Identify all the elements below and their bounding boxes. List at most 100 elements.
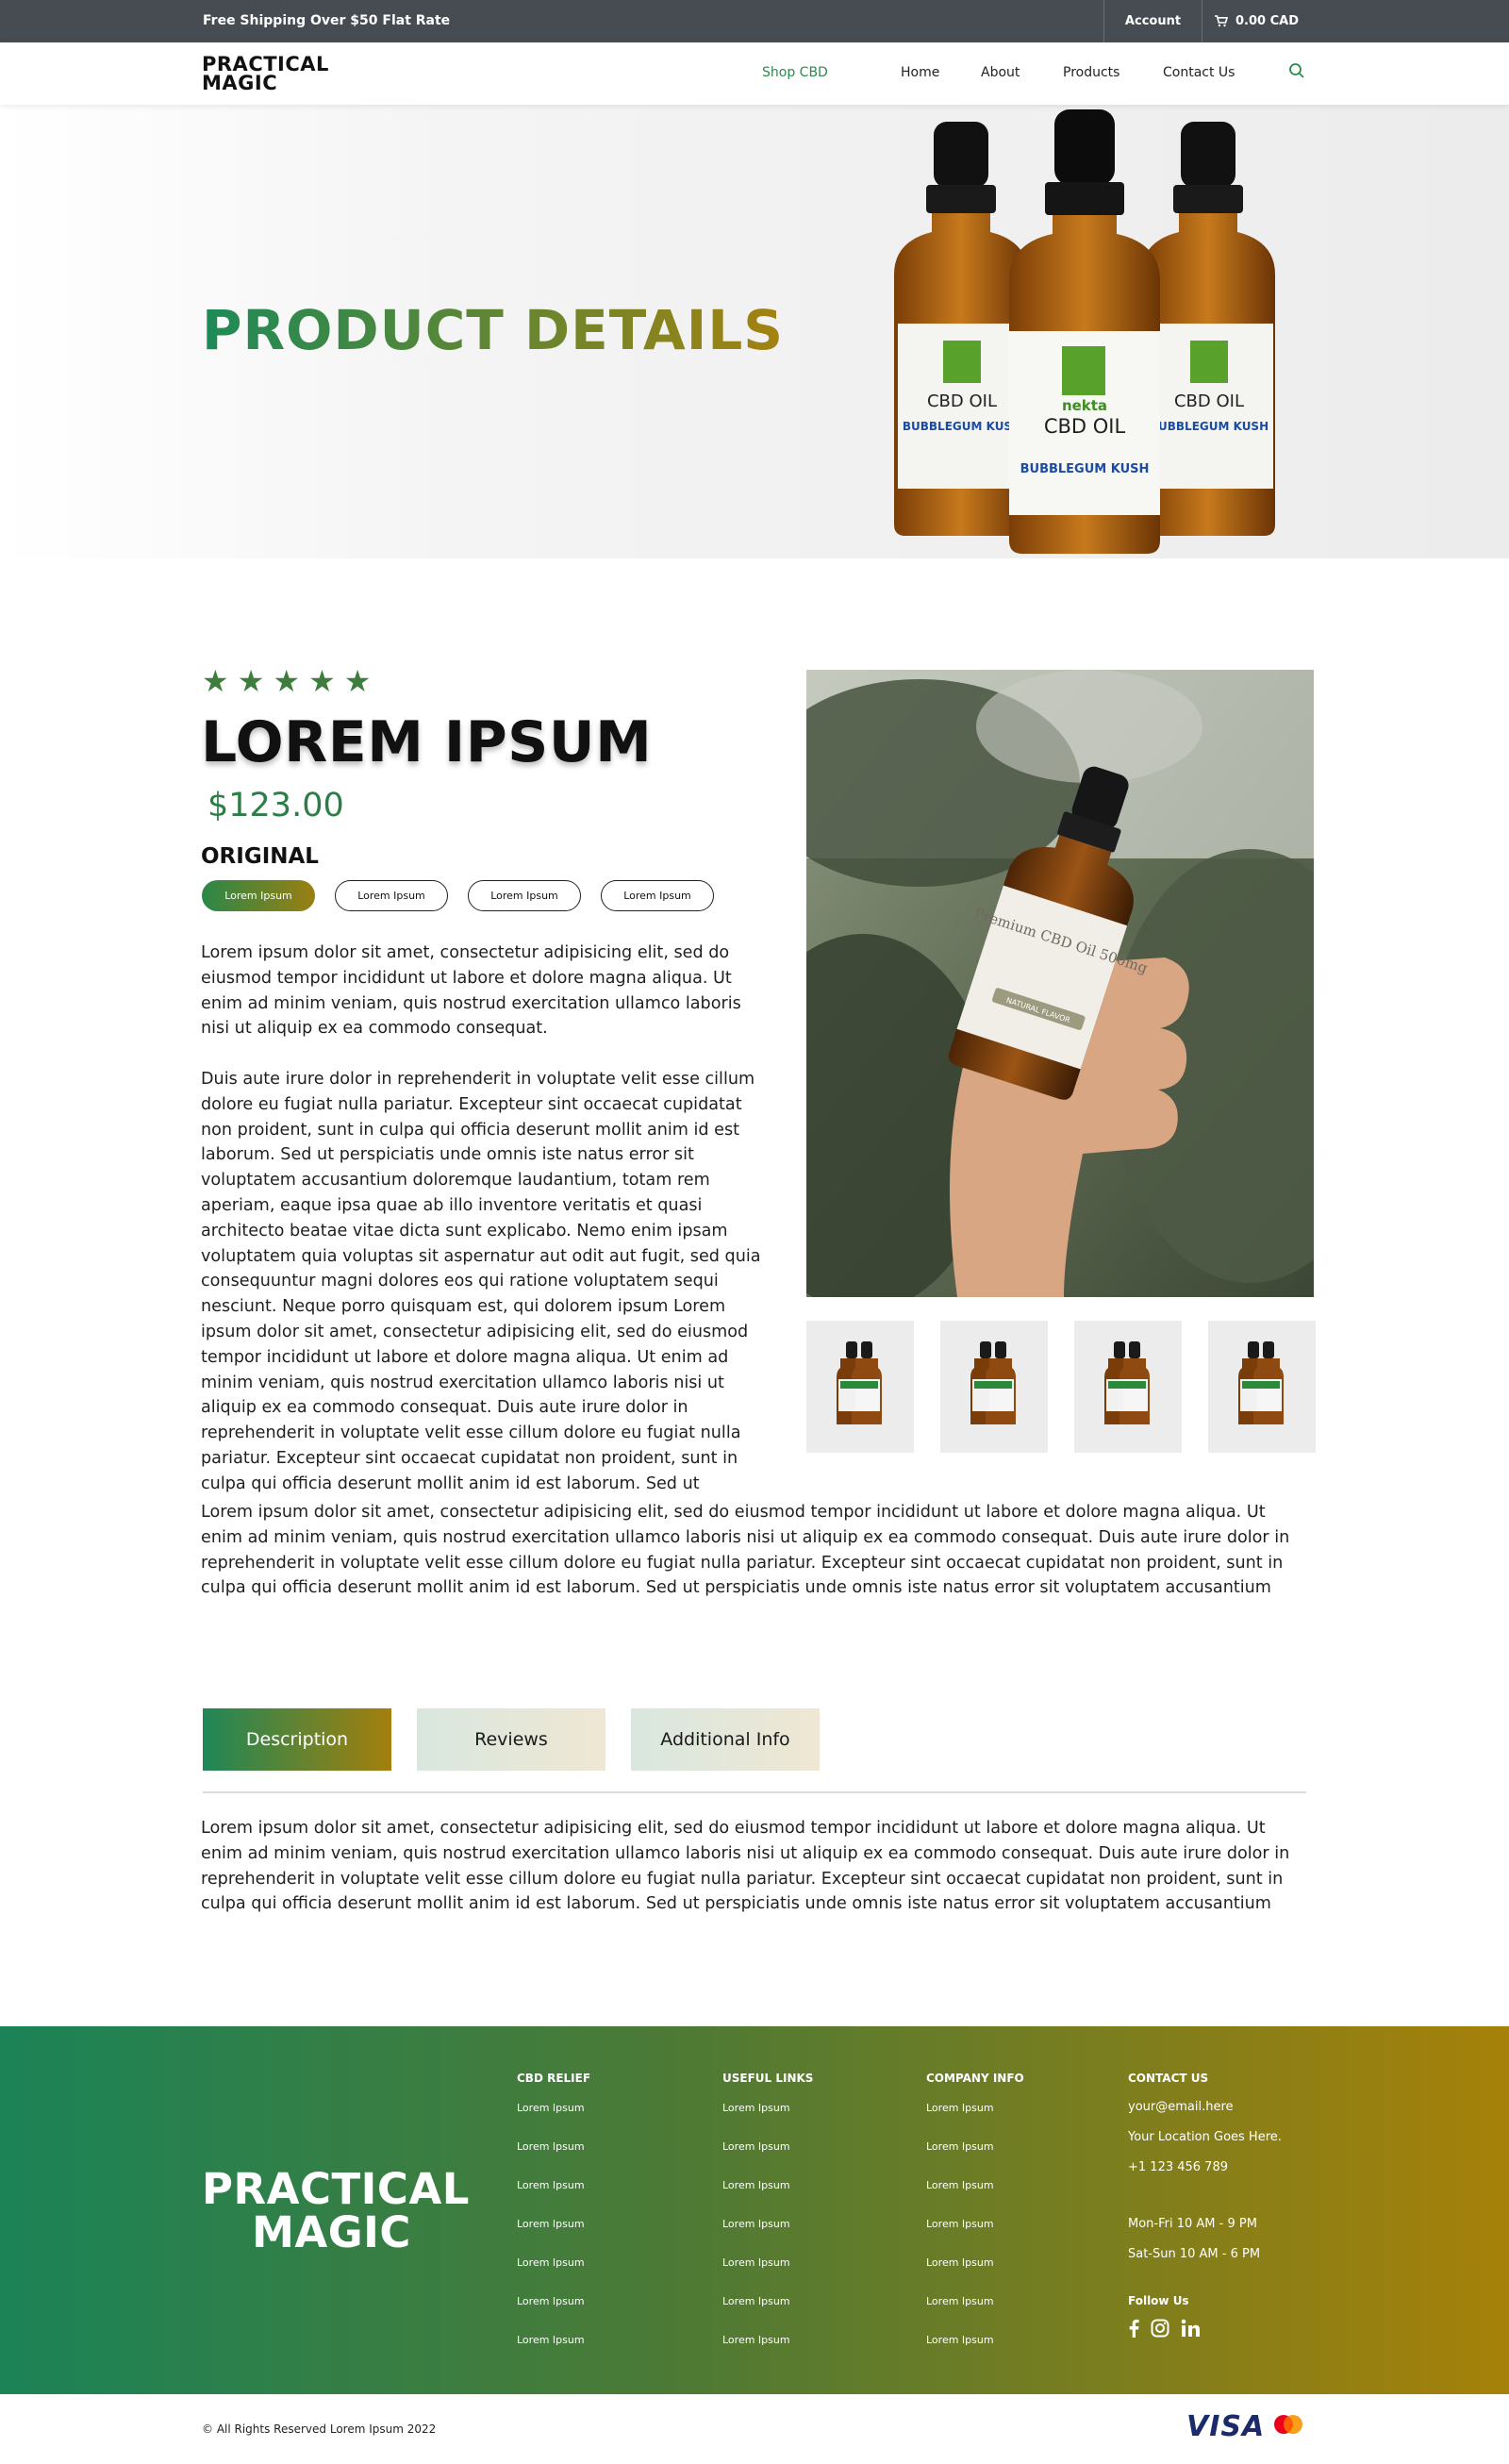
footer-column-title: COMPANY INFO	[926, 2072, 1024, 2085]
visa-logo: VISA	[1186, 2410, 1266, 2443]
logo-line-1: PRACTICAL	[202, 53, 329, 75]
footer-logo-line-1: PRACTICAL	[202, 2164, 470, 2214]
footer-column-useful-links: USEFUL LINKS Lorem Ipsum Lorem Ipsum Lor…	[722, 2072, 813, 2372]
footer-link[interactable]: Lorem Ipsum	[722, 2256, 813, 2295]
site-logo[interactable]: PRACTICAL MAGIC	[202, 53, 329, 94]
tab-additional-info[interactable]: Additional Info	[631, 1708, 820, 1771]
cart-total: 0.00 CAD	[1235, 14, 1299, 28]
top-bar: Free Shipping Over $50 Flat Rate Account…	[0, 0, 1509, 42]
hand-holding-bottle-image: Premium CBD Oil 500mg NATURAL FLAVOR	[806, 670, 1314, 1297]
bottle-right-flavor: BUBBLEGUM KUSH	[1150, 420, 1269, 433]
footer-link[interactable]: Lorem Ipsum	[517, 2179, 590, 2218]
product-description-1: Lorem ipsum dolor sit amet, consectetur …	[201, 943, 741, 1039]
bottle-thumbnail-image	[970, 1341, 1016, 1424]
footer-link[interactable]: Lorem Ipsum	[517, 2102, 590, 2140]
variant-options: Lorem Ipsum Lorem Ipsum Lorem Ipsum Lore…	[202, 880, 714, 911]
footer-column-company-info: COMPANY INFO Lorem Ipsum Lorem Ipsum Lor…	[926, 2072, 1024, 2372]
tab-divider	[203, 1791, 1306, 1793]
footer-link[interactable]: Lorem Ipsum	[722, 2140, 813, 2179]
contact-location: Your Location Goes Here.	[1128, 2130, 1282, 2144]
thumbnail-4[interactable]	[1208, 1321, 1316, 1453]
product-title: LOREM IPSUM	[201, 709, 653, 775]
bottle-right-product: CBD OIL	[1174, 391, 1244, 411]
search-icon[interactable]	[1288, 62, 1305, 79]
footer-column-title: CBD RELIEF	[517, 2072, 591, 2085]
nav-about[interactable]: About	[981, 65, 1020, 80]
star-icon: ★	[343, 663, 372, 699]
footer-link[interactable]: Lorem Ipsum	[926, 2256, 1024, 2295]
product-description-3: Lorem ipsum dolor sit amet, consectetur …	[201, 1503, 1290, 1598]
main-nav: PRACTICAL MAGIC Shop CBD Home About Prod…	[0, 42, 1509, 105]
thumbnail-2[interactable]	[940, 1321, 1048, 1453]
footer-link[interactable]: Lorem Ipsum	[722, 2334, 813, 2372]
footer-link[interactable]: Lorem Ipsum	[722, 2295, 813, 2334]
variant-label: ORIGINAL	[201, 844, 319, 869]
footer-link[interactable]: Lorem Ipsum	[517, 2256, 590, 2295]
star-icon: ★	[273, 663, 301, 699]
contact-phone[interactable]: +1 123 456 789	[1128, 2160, 1282, 2217]
footer-logo[interactable]: PRACTICAL MAGIC	[202, 2164, 470, 2257]
cart-button[interactable]: 0.00 CAD	[1202, 0, 1311, 42]
cbd-bottles-image: CBD OIL BUBBLEGUM KUSH CBD OIL BUBBLEGUM…	[894, 109, 1275, 554]
bottle-product: CBD OIL	[1044, 415, 1126, 438]
bottle-brand: nekta	[1062, 397, 1107, 414]
bottle-left-flavor: BUBBLEGUM KUSH	[903, 420, 1021, 433]
variant-option-4[interactable]: Lorem Ipsum	[601, 880, 714, 911]
thumbnail-1[interactable]	[806, 1321, 914, 1453]
copyright-text: © All Rights Reserved Lorem Ipsum 2022	[202, 2422, 437, 2436]
star-icon: ★	[202, 663, 229, 699]
footer-link[interactable]: Lorem Ipsum	[926, 2334, 1024, 2372]
hero-banner: PRODUCT DETAILS CBD OIL BUBBLEGUM KUSH C…	[0, 105, 1509, 558]
account-link[interactable]: Account	[1103, 0, 1202, 42]
tab-content: Lorem ipsum dolor sit amet, consectetur …	[201, 1819, 1290, 1914]
footer: PRACTICAL MAGIC CBD RELIEF Lorem Ipsum L…	[0, 2026, 1509, 2394]
instagram-icon[interactable]	[1151, 2319, 1169, 2338]
product-description-2: Duis aute irure dolor in reprehenderit i…	[201, 1070, 761, 1493]
product-main-image[interactable]: Premium CBD Oil 500mg NATURAL FLAVOR	[806, 670, 1314, 1297]
footer-link[interactable]: Lorem Ipsum	[722, 2102, 813, 2140]
rating-stars: ★ ★ ★ ★ ★	[202, 666, 371, 696]
nav-shop-cbd[interactable]: Shop CBD	[762, 65, 828, 80]
footer-contact-title: CONTACT US	[1128, 2072, 1209, 2085]
variant-option-3[interactable]: Lorem Ipsum	[468, 880, 581, 911]
variant-option-1[interactable]: Lorem Ipsum	[202, 880, 315, 911]
nav-home[interactable]: Home	[901, 65, 939, 80]
nav-products[interactable]: Products	[1063, 65, 1119, 80]
shipping-notice: Free Shipping Over $50 Flat Rate	[203, 13, 451, 28]
thumbnail-3[interactable]	[1074, 1321, 1182, 1453]
logo-line-2: MAGIC	[202, 72, 278, 94]
footer-link[interactable]: Lorem Ipsum	[517, 2140, 590, 2179]
facebook-icon[interactable]	[1128, 2319, 1139, 2338]
footer-link[interactable]: Lorem Ipsum	[926, 2218, 1024, 2256]
footer-logo-line-2: MAGIC	[252, 2207, 411, 2257]
product-thumbnails	[806, 1321, 1316, 1453]
bottle-flavor: BUBBLEGUM KUSH	[1020, 462, 1150, 476]
footer-link[interactable]: Lorem Ipsum	[722, 2179, 813, 2218]
contact-hours-weekday: Mon-Fri 10 AM - 9 PM	[1128, 2217, 1257, 2231]
hero-title: PRODUCT DETAILS	[202, 298, 785, 362]
tab-description[interactable]: Description	[203, 1708, 391, 1771]
footer-link[interactable]: Lorem Ipsum	[926, 2140, 1024, 2179]
star-icon: ★	[237, 663, 265, 699]
footer-link[interactable]: Lorem Ipsum	[722, 2218, 813, 2256]
linkedin-icon[interactable]	[1181, 2319, 1200, 2338]
social-links	[1128, 2319, 1282, 2338]
tab-reviews[interactable]: Reviews	[417, 1708, 605, 1771]
footer-column-cbd-relief: CBD RELIEF Lorem Ipsum Lorem Ipsum Lorem…	[517, 2072, 590, 2372]
variant-option-2[interactable]: Lorem Ipsum	[335, 880, 448, 911]
contact-hours-weekend: Sat-Sun 10 AM - 6 PM	[1128, 2247, 1261, 2261]
follow-us-label: Follow Us	[1128, 2294, 1189, 2307]
footer-link[interactable]: Lorem Ipsum	[926, 2102, 1024, 2140]
bottle-thumbnail-image	[837, 1341, 882, 1424]
nav-contact-us[interactable]: Contact Us	[1163, 65, 1235, 80]
product-price: $123.00	[207, 787, 344, 824]
mastercard-logo	[1274, 2415, 1302, 2434]
footer-link[interactable]: Lorem Ipsum	[517, 2218, 590, 2256]
bottle-left-product: CBD OIL	[927, 391, 997, 411]
footer-link[interactable]: Lorem Ipsum	[926, 2179, 1024, 2218]
contact-email[interactable]: your@email.here	[1128, 2100, 1282, 2130]
footer-link[interactable]: Lorem Ipsum	[517, 2295, 590, 2334]
footer-link[interactable]: Lorem Ipsum	[926, 2295, 1024, 2334]
footer-link[interactable]: Lorem Ipsum	[517, 2334, 590, 2372]
bottle-thumbnail-image	[1104, 1341, 1150, 1424]
